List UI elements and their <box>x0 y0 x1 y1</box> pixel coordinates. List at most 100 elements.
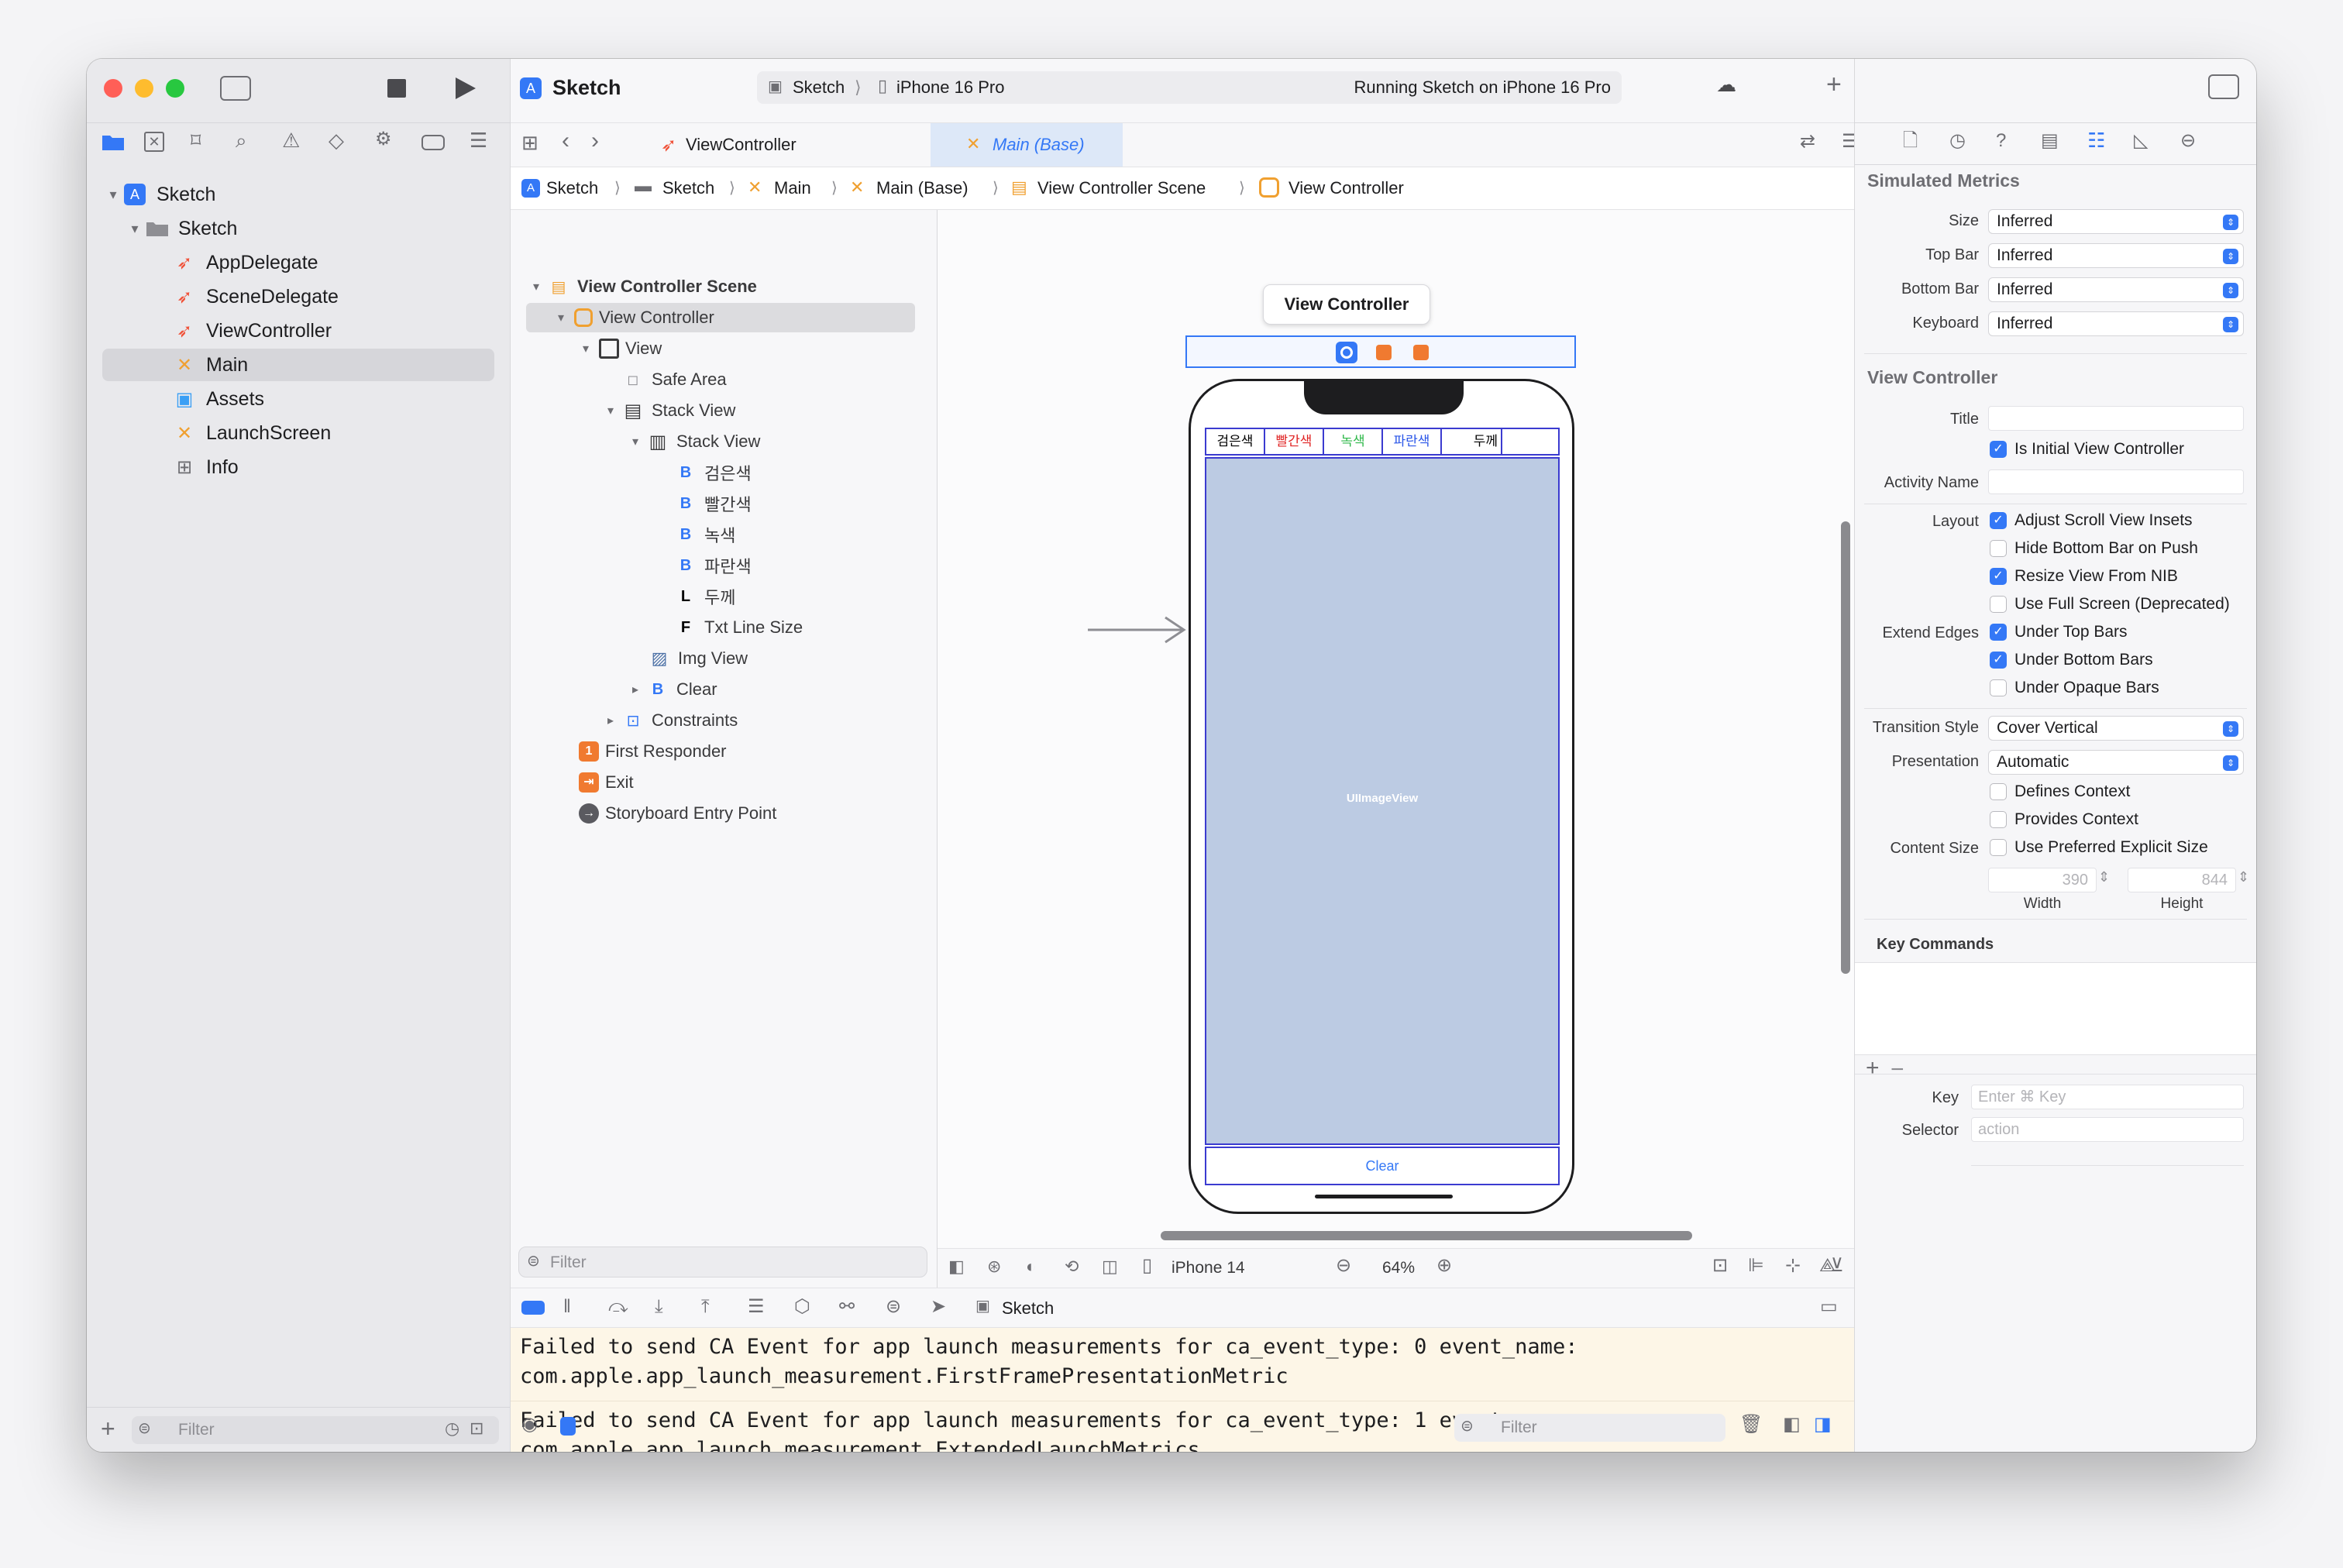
tree-item-viewcontroller[interactable]: ➶ ViewController <box>102 315 494 347</box>
step-out-icon[interactable]: ⤒ <box>701 1298 710 1316</box>
under-top-bars-checkbox[interactable]: ✓ Under Top Bars <box>1990 623 2128 641</box>
size-popup[interactable]: Inferred ⇕ <box>1988 209 2244 234</box>
console-view-icon[interactable]: ◨ <box>1814 1415 1832 1434</box>
outline-entry-point[interactable]: → Storyboard Entry Point <box>526 799 913 828</box>
under-opaque-bars-checkbox[interactable]: Under Opaque Bars <box>1990 679 2159 697</box>
defines-context-checkbox[interactable]: Defines Context <box>1990 782 2130 801</box>
thickness-label[interactable]: 두께 <box>1442 429 1502 454</box>
preferred-size-checkbox[interactable]: Use Preferred Explicit Size <box>1990 838 2208 857</box>
scm-filter-icon[interactable]: ⊡ <box>470 1420 483 1437</box>
outline-button-black[interactable]: B 검은색 <box>526 458 913 487</box>
run-button[interactable] <box>454 76 477 101</box>
back-icon[interactable]: ‹ <box>562 129 569 153</box>
debug-icon[interactable]: ⚙ <box>375 130 392 149</box>
source-control-icon[interactable]: ✕ <box>144 132 164 152</box>
stepper-icon[interactable]: ⇕ <box>2098 869 2110 885</box>
tree-item-group[interactable]: ▾ Sketch <box>102 212 494 245</box>
console-filter-field[interactable]: ⊜ Filter <box>1454 1414 1725 1442</box>
folder-icon[interactable] <box>101 132 126 152</box>
green-button[interactable]: 녹색 <box>1324 429 1383 454</box>
provides-context-checkbox[interactable]: Provides Context <box>1990 810 2138 829</box>
align-icon[interactable]: ⊫ <box>1748 1257 1764 1275</box>
console-layout-icon[interactable]: ▭ <box>1820 1298 1838 1316</box>
find-icon[interactable]: ⌕ <box>236 130 247 150</box>
outline-first-responder[interactable]: 1 First Responder <box>526 737 913 766</box>
chevron-down-icon[interactable]: ▾ <box>600 403 621 418</box>
chevron-down-icon[interactable]: ▾ <box>551 310 571 325</box>
add-icon[interactable]: + <box>1866 1057 1880 1080</box>
outline-clear-button[interactable]: ▸ B Clear <box>526 675 913 704</box>
sidebar-toggle-icon[interactable] <box>220 76 251 101</box>
breakpoint-icon[interactable] <box>421 135 445 150</box>
outline-button-red[interactable]: B 빨간색 <box>526 489 913 518</box>
appearance-icon[interactable]: ◐ <box>1026 1258 1036 1275</box>
scene-title[interactable]: View Controller <box>1263 284 1430 325</box>
blue-button[interactable]: 파란색 <box>1383 429 1442 454</box>
breadcrumb-item[interactable]: Main <box>774 178 811 198</box>
selector-field[interactable]: action <box>1971 1117 2244 1142</box>
forward-icon[interactable]: › <box>591 129 599 153</box>
breadcrumb-item[interactable]: Main (Base) <box>876 178 969 198</box>
history-icon[interactable]: ◷ <box>1949 132 1966 150</box>
scheme-selector[interactable]: Sketch <box>793 77 845 98</box>
chevron-right-icon[interactable]: ▸ <box>600 713 621 728</box>
outline-toggle-icon[interactable]: ◧ <box>948 1258 965 1275</box>
close-window-button[interactable] <box>104 79 122 98</box>
stepper-icon[interactable]: ⇕ <box>2238 869 2249 885</box>
tree-item-appdelegate[interactable]: ➶ AppDelegate <box>102 246 494 279</box>
zoom-window-button[interactable] <box>166 79 184 98</box>
image-view[interactable]: UIImageView <box>1205 457 1560 1145</box>
width-field[interactable]: 390 <box>1988 868 2097 892</box>
zoom-level[interactable]: 64% <box>1382 1259 1415 1277</box>
embed-icon[interactable]: ⊻ <box>1830 1257 1844 1275</box>
tree-item-project[interactable]: ▾ A Sketch <box>102 178 494 211</box>
key-commands-table[interactable] <box>1855 962 2256 1055</box>
connections-inspector-icon[interactable]: ⊖ <box>2180 132 2196 150</box>
swap-icon[interactable]: ⇄ <box>1800 132 1815 151</box>
location-icon[interactable]: ➤ <box>931 1298 946 1316</box>
horizontal-scrollbar[interactable] <box>1161 1231 1692 1240</box>
exit-icon[interactable] <box>1413 345 1429 360</box>
pin-icon[interactable]: ⊹ <box>1785 1257 1801 1275</box>
identity-inspector-icon[interactable]: ▤ <box>2041 132 2059 150</box>
use-full-screen-checkbox[interactable]: Use Full Screen (Deprecated) <box>1990 595 2230 614</box>
inspector-toggle-icon[interactable] <box>2208 74 2239 99</box>
tree-item-assets[interactable]: ▣ Assets <box>102 383 494 415</box>
breadcrumb-item[interactable]: Sketch <box>662 178 714 198</box>
orientation-icon[interactable]: ⟲ <box>1065 1258 1079 1275</box>
recent-icon[interactable]: ◷ <box>445 1420 459 1437</box>
breadcrumb-item[interactable]: Sketch <box>546 178 598 198</box>
stop-button[interactable] <box>387 79 406 98</box>
zoom-in-icon[interactable]: ⊕ <box>1436 1257 1452 1275</box>
memory-graph-icon[interactable]: ⬡ <box>794 1298 810 1316</box>
outline-exit[interactable]: ⇥ Exit <box>526 768 913 797</box>
cloud-icon[interactable]: ☁ <box>1716 74 1736 95</box>
tree-item-launchscreen[interactable]: ✕ LaunchScreen <box>102 417 494 449</box>
presentation-popup[interactable]: Automatic ⇕ <box>1988 750 2244 775</box>
tab-main[interactable]: ✕ Main (Base) <box>931 123 1123 167</box>
transition-style-popup[interactable]: Cover Vertical ⇕ <box>1988 716 2244 741</box>
minimize-window-button[interactable] <box>135 79 153 98</box>
navigator-filter-field[interactable]: ⊜ Filter ◷ ⊡ <box>132 1416 499 1444</box>
outline-stack-view-inner[interactable]: ▾ ▥ Stack View <box>526 427 913 456</box>
height-field[interactable]: 844 <box>2128 868 2236 892</box>
chevron-down-icon[interactable]: ▾ <box>576 341 596 356</box>
top-bar-popup[interactable]: Inferred ⇕ <box>1988 243 2244 268</box>
tree-item-scenedelegate[interactable]: ➶ SceneDelegate <box>102 280 494 313</box>
tab-viewcontroller[interactable]: ➶ ViewController <box>619 123 834 167</box>
title-field[interactable] <box>1988 406 2244 431</box>
keyboard-popup[interactable]: Inferred ⇕ <box>1988 311 2244 336</box>
bottom-bar-popup[interactable]: Inferred ⇕ <box>1988 277 2244 302</box>
overrides-icon[interactable]: ⊜ <box>886 1298 901 1316</box>
debug-target[interactable]: Sketch <box>1002 1298 1054 1319</box>
clear-button[interactable]: Clear <box>1205 1147 1560 1185</box>
outline-text-field[interactable]: F Txt Line Size <box>526 613 913 642</box>
outline-label-thickness[interactable]: L 두께 <box>526 582 913 611</box>
interface-builder-canvas[interactable]: View Controller 검은색 빨간색 녹색 파란색 두께 UIImag… <box>938 210 1854 1248</box>
tree-item-info[interactable]: ⊞ Info <box>102 451 494 483</box>
outline-safe-area[interactable]: ◻ Safe Area <box>526 365 913 394</box>
issue-icon[interactable]: ⚠ <box>282 130 300 150</box>
activity-name-field[interactable] <box>1988 469 2244 494</box>
file-inspector-icon[interactable]: 🗋 <box>1903 132 1918 150</box>
step-over-icon[interactable]: ⤼ <box>608 1298 628 1316</box>
